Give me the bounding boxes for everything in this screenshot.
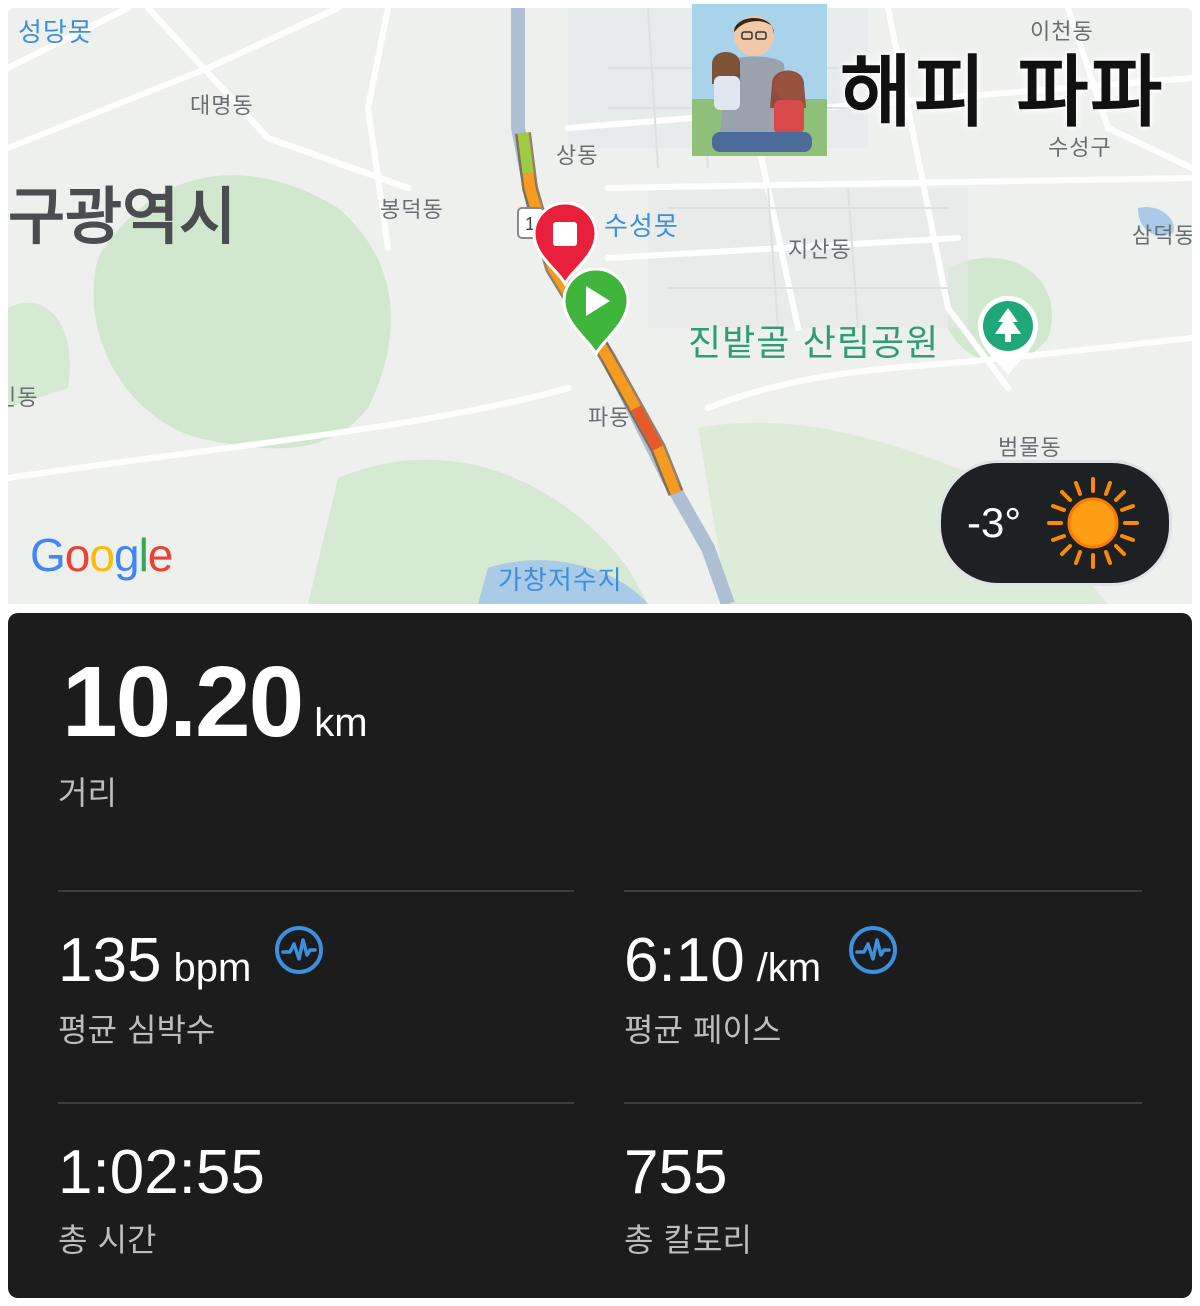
place-label: 삼덕동 <box>1132 224 1192 249</box>
sun-icon <box>1047 477 1139 569</box>
place-label: 봉덕동 <box>380 198 444 223</box>
brand-name: 해피 파파 <box>840 48 1165 138</box>
divider <box>58 1102 574 1104</box>
heart-rate-icon[interactable] <box>274 925 324 975</box>
divider <box>624 1102 1142 1104</box>
place-label-park: 진밭골 산림공원 <box>688 323 940 364</box>
distance-metric: 10.20 km <box>62 645 368 760</box>
total-time-value: 1:02:55 <box>58 1138 265 1207</box>
place-label: 상동 <box>556 144 599 169</box>
google-letter: l <box>138 529 149 581</box>
place-label: 범물동 <box>998 436 1062 461</box>
distance-label: 거리 <box>58 774 117 812</box>
heart-rate-value: 135 <box>58 926 162 995</box>
heart-rate-icon[interactable] <box>848 925 898 975</box>
pace-unit: /km <box>756 946 822 990</box>
workout-stats-panel: 10.20 km 거리 135 bpm 평균 심박수 6:10/km 평균 페이스 … <box>8 613 1192 1298</box>
calories-label: 총 칼로리 <box>624 1221 752 1259</box>
google-letter: o <box>64 529 91 581</box>
divider <box>58 890 574 892</box>
place-label: 파동 <box>588 406 631 431</box>
google-letter: g <box>113 529 140 581</box>
google-attribution: Google <box>30 528 174 582</box>
tree-icon[interactable] <box>974 292 1042 382</box>
brand-banner: 해피 파파 <box>692 4 1192 156</box>
play-triangle-icon[interactable] <box>562 267 630 360</box>
heart-rate-metric: 135 bpm <box>58 925 251 996</box>
google-letter: o <box>89 529 115 581</box>
place-label: 인동 <box>8 386 39 411</box>
heart-rate-unit: bpm <box>173 946 252 990</box>
pace-label: 평균 페이스 <box>624 1011 782 1049</box>
heart-rate-label: 평균 심박수 <box>58 1011 216 1049</box>
place-label: 수성못 <box>604 212 679 242</box>
weather-temperature: -3° <box>967 499 1022 546</box>
place-label: 대명동 <box>190 94 254 119</box>
pace-metric: 6:10/km <box>624 925 821 996</box>
pace-value: 6:10 <box>624 926 745 995</box>
total-time-label: 총 시간 <box>58 1221 157 1259</box>
distance-unit: km <box>314 701 368 745</box>
family-avatar-icon <box>692 4 827 156</box>
place-label-city: 구광역시 <box>8 180 237 253</box>
calories-value: 755 <box>624 1138 728 1207</box>
google-letter: G <box>30 529 66 581</box>
divider <box>624 890 1142 892</box>
google-letter: e <box>147 529 174 581</box>
place-label: 성당못 <box>18 18 93 48</box>
weather-badge: -3° <box>938 460 1172 586</box>
place-label: 가창저수지 <box>498 566 623 596</box>
place-label: 지산동 <box>788 238 852 263</box>
distance-value: 10.20 <box>62 646 304 758</box>
